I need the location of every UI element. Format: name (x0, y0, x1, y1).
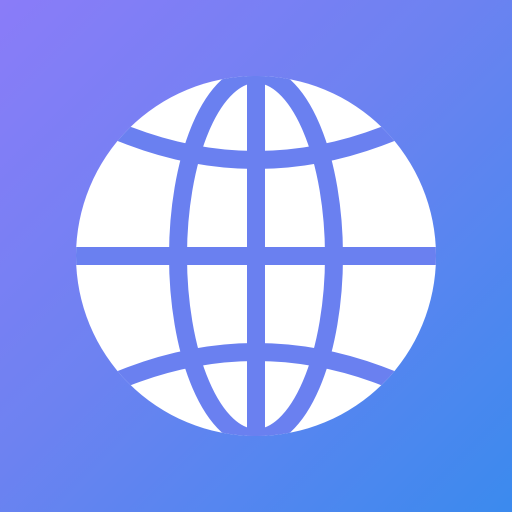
app-icon-background (0, 0, 512, 512)
globe-icon (76, 76, 436, 436)
globe-grid-lines (76, 76, 436, 436)
